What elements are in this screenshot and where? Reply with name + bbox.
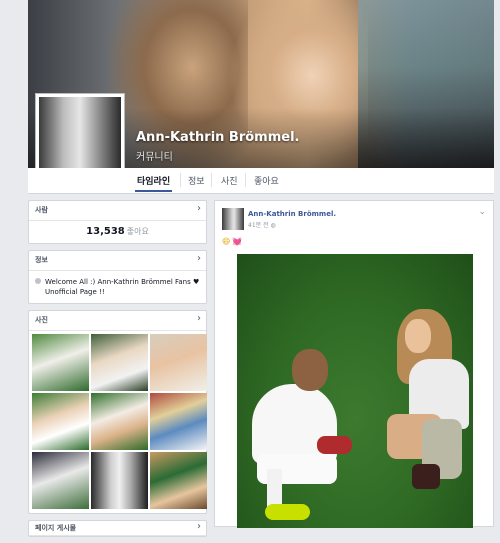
chevron-down-icon[interactable]: ⌄ (478, 207, 486, 217)
timeline-post: Ann-Kathrin Brömmel. 41분 전 ◍ ⌄ 😄💓 (214, 200, 494, 528)
about-description: Welcome All :) Ann-Kathrin Brömmel Fans … (29, 271, 206, 303)
photos-grid (29, 331, 207, 512)
photo-figure (412, 464, 440, 489)
chevron-right-icon[interactable]: › (197, 313, 201, 324)
tab-divider (245, 173, 246, 187)
about-text: Welcome All :) Ann-Kathrin Brömmel Fans … (45, 278, 200, 296)
photo-figure (317, 436, 352, 454)
tab-about[interactable]: 정보 (188, 174, 205, 187)
tab-divider (180, 173, 181, 187)
tab-photos[interactable]: 사진 (221, 174, 238, 187)
page-posts-box-header[interactable]: 페이지 게시물 › (29, 521, 206, 536)
post-author-name[interactable]: Ann-Kathrin Brömmel. (248, 210, 336, 218)
photos-box: 사진 › (28, 310, 207, 514)
left-column: 사람 › 13,538 좋아요 정보 › Welcome All :) Ann-K… (28, 200, 207, 543)
profile-picture-image (39, 97, 121, 179)
likes-count-row: 13,538 좋아요 (29, 221, 206, 243)
photo-figure (405, 319, 431, 353)
about-box-header[interactable]: 정보 › (29, 251, 206, 271)
likes-count-label: 좋아요 (126, 227, 149, 236)
globe-icon: ◍ (270, 222, 276, 229)
photo-figure (292, 349, 328, 391)
post-author-avatar[interactable] (222, 208, 244, 230)
photo-thumbnail[interactable] (91, 334, 148, 391)
chevron-right-icon[interactable]: › (197, 253, 201, 264)
chevron-right-icon[interactable]: › (197, 203, 201, 214)
likes-box-header[interactable]: 사람 › (29, 201, 206, 221)
likes-count[interactable]: 13,538 (86, 226, 125, 237)
photo-figure (265, 504, 310, 520)
post-time-text[interactable]: 41분 전 (248, 222, 269, 229)
photo-thumbnail[interactable] (91, 452, 148, 509)
photo-thumbnail[interactable] (32, 452, 89, 509)
post-photo[interactable] (237, 254, 473, 528)
page-category[interactable]: 커뮤니티 (136, 148, 173, 163)
info-bullet-icon (35, 278, 41, 284)
tab-timeline[interactable]: 타임라인 (134, 174, 173, 192)
tab-divider (211, 173, 212, 187)
page-posts-box-title: 페이지 게시물 (35, 524, 77, 532)
tab-likes[interactable]: 좋아요 (254, 174, 279, 187)
likes-box: 사람 › 13,538 좋아요 (28, 200, 207, 244)
page-name[interactable]: Ann-Kathrin Brömmel. (136, 130, 299, 145)
smile-emoji-icon: 😄 (222, 237, 233, 246)
page-tabs: 타임라인 정보 사진 좋아요 (28, 168, 494, 194)
photos-box-title: 사진 (35, 316, 48, 324)
photo-thumbnail[interactable] (91, 393, 148, 450)
likes-box-title: 사람 (35, 206, 48, 214)
photo-thumbnail[interactable] (32, 393, 89, 450)
about-box-title: 정보 (35, 256, 48, 264)
about-box: 정보 › Welcome All :) Ann-Kathrin Brömmel … (28, 250, 207, 304)
photo-thumbnail[interactable] (32, 334, 89, 391)
post-text: 😄💓 (222, 237, 244, 246)
post-timestamp[interactable]: 41분 전 ◍ (248, 220, 276, 229)
photo-thumbnail[interactable] (150, 452, 207, 509)
photo-thumbnail[interactable] (150, 393, 207, 450)
page-posts-box: 페이지 게시물 › (28, 520, 207, 537)
photo-thumbnail[interactable] (150, 334, 207, 391)
heart-emoji-icon: 💓 (232, 237, 245, 246)
photos-box-header[interactable]: 사진 › (29, 311, 206, 331)
